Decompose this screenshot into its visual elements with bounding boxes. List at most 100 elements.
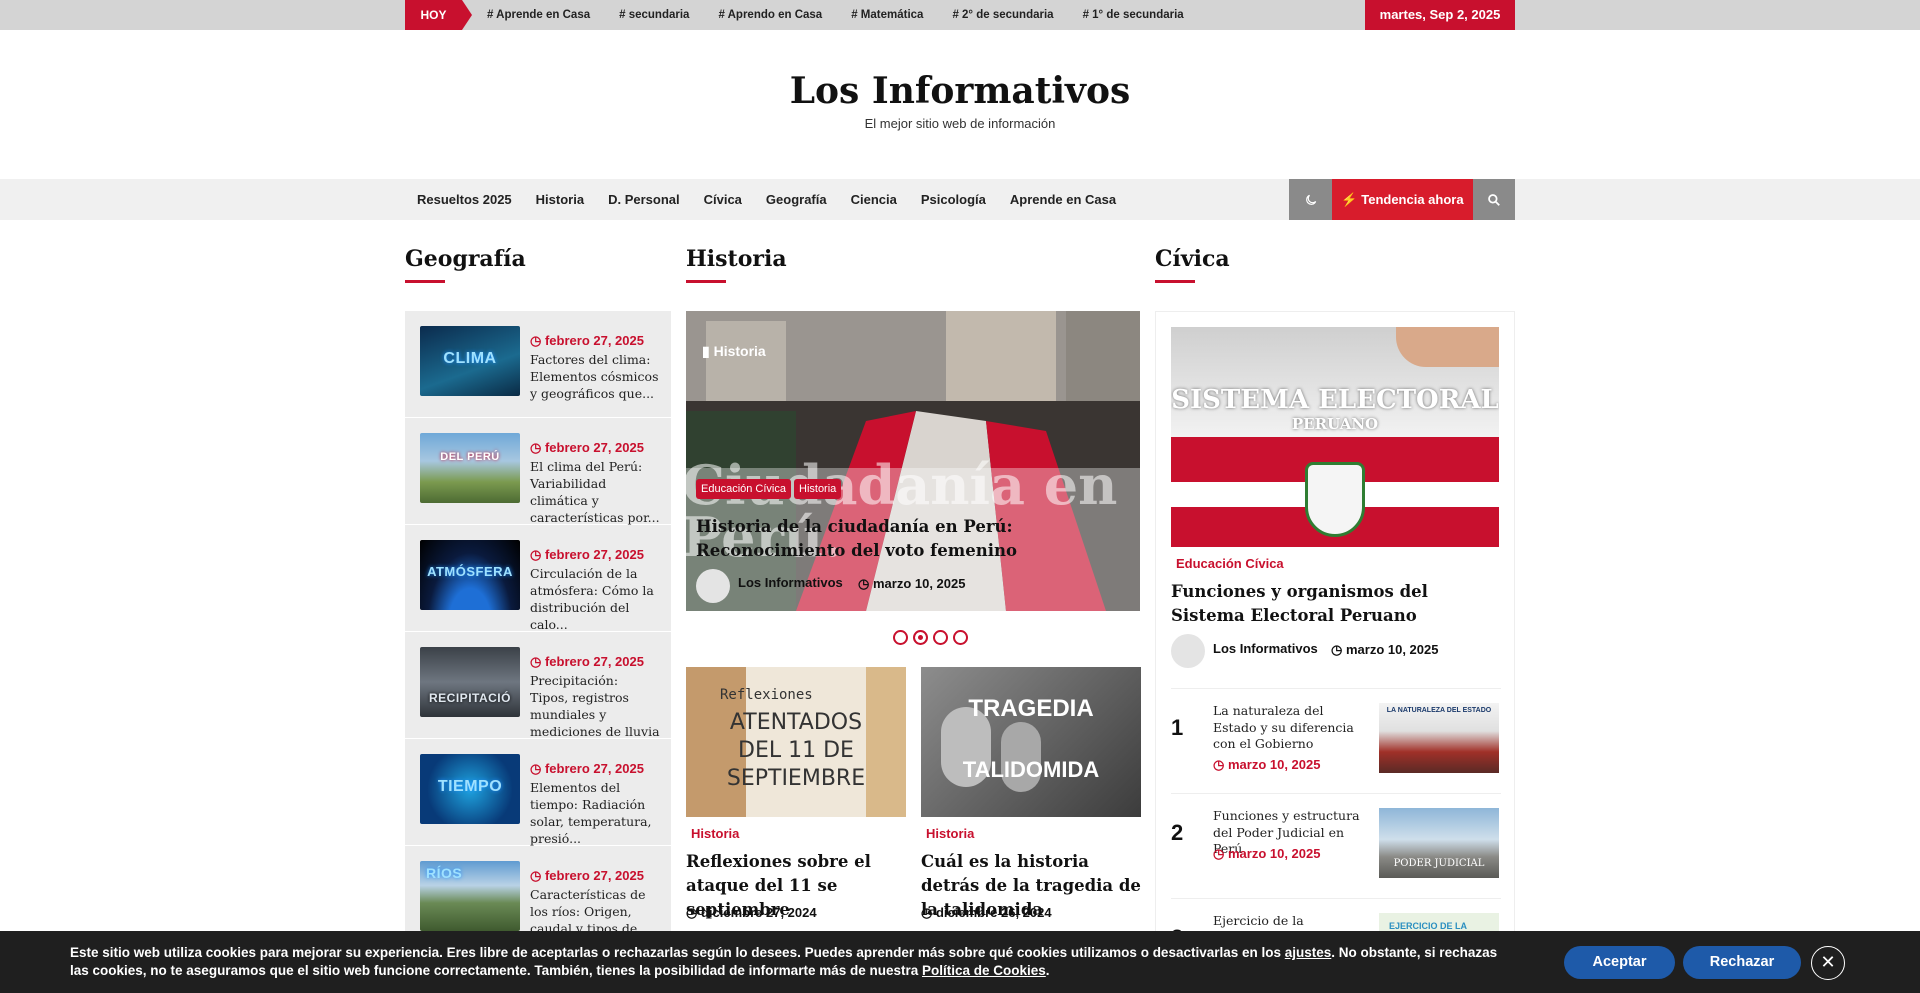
cookie-policy-link[interactable]: Política de Cookies	[922, 963, 1046, 978]
article-date: ◷ febrero 27, 2025	[530, 333, 644, 349]
today-label: HOY	[405, 0, 472, 30]
article-thumbnail[interactable]: LA NATURALEZA DEL ESTADO	[1379, 703, 1499, 773]
list-item[interactable]: DEL PERÚ ◷ febrero 27, 2025 El clima del…	[405, 418, 671, 525]
cookie-settings-link[interactable]: ajustes	[1285, 945, 1332, 960]
article-category[interactable]: Educación Cívica	[1176, 556, 1284, 571]
image-text: PERUANO	[1291, 415, 1379, 433]
article-title[interactable]: Circulación de la atmósfera: Cómo la dis…	[530, 565, 660, 633]
nav-item-d-personal[interactable]: D. Personal	[608, 179, 680, 220]
list-item[interactable]: ATMÓSFERA ◷ febrero 27, 2025 Circulación…	[405, 525, 671, 632]
image-text: TRAGEDIA	[968, 695, 1094, 722]
nav-item-civica[interactable]: Cívica	[704, 179, 742, 220]
slider-dot-1[interactable]	[893, 630, 908, 645]
moon-icon	[1305, 194, 1316, 205]
coat-of-arms-icon	[1305, 462, 1365, 537]
clock-icon: ◷	[530, 440, 545, 455]
geografia-list: CLIMA ◷ febrero 27, 2025 Factores del cl…	[405, 311, 671, 993]
image-text: SISTEMA ELECTORAL	[1171, 385, 1499, 415]
article-category[interactable]: Historia	[926, 826, 974, 841]
article-title[interactable]: Funciones y organismos del Sistema Elect…	[1171, 580, 1491, 628]
rank-number: 1	[1171, 715, 1184, 740]
article-title[interactable]: Elementos del tiempo: Radiación solar, t…	[530, 779, 660, 847]
slider-date: ◷ marzo 10, 2025	[858, 576, 965, 592]
slider-category[interactable]: ▮ Historia	[702, 343, 766, 360]
slider-title[interactable]: Historia de la ciudadanía en Perú: Recon…	[696, 515, 1136, 563]
date-text: febrero 27, 2025	[544, 333, 644, 348]
historia-slider[interactable]: Ciudadanía en Perú. ▮ Historia Educación…	[686, 311, 1140, 611]
tag-link[interactable]: # secundaria	[619, 0, 689, 30]
article-image[interactable]: TRAGEDIA TALIDOMIDA	[921, 667, 1141, 817]
article-author[interactable]: Los Informativos	[1213, 641, 1318, 656]
avatar[interactable]	[1171, 634, 1205, 668]
tag-link[interactable]: # Matemática	[851, 0, 923, 30]
thumbnail-text: TIEMPO	[437, 778, 503, 795]
image-text: ATENTADOS DEL 11 DE SEPTIEMBRE	[726, 710, 866, 791]
article-thumbnail[interactable]: RECIPITACIÓ	[420, 647, 520, 717]
date-text: marzo 10, 2025	[872, 576, 966, 591]
section-heading-geografia[interactable]: Geografía	[405, 246, 526, 283]
slider-dot-2[interactable]	[913, 630, 928, 645]
search-button[interactable]	[1473, 179, 1515, 220]
clock-icon: ◷	[921, 905, 936, 920]
article-date: ◷ febrero 27, 2025	[530, 440, 644, 456]
nav-item-ciencia[interactable]: Ciencia	[851, 179, 897, 220]
slider-author[interactable]: Los Informativos	[738, 575, 843, 590]
nav-item-historia[interactable]: Historia	[536, 179, 584, 220]
clock-icon: ◷	[686, 905, 701, 920]
list-item[interactable]: RECIPITACIÓ ◷ febrero 27, 2025 Precipita…	[405, 632, 671, 739]
cookie-accept-button[interactable]: Aceptar	[1564, 946, 1675, 979]
slider-dot-4[interactable]	[953, 630, 968, 645]
tag-link[interactable]: # Aprendo en Casa	[718, 0, 822, 30]
nav-item-aprende-en-casa[interactable]: Aprende en Casa	[1010, 179, 1116, 220]
clock-icon: ◷	[1331, 642, 1346, 657]
article-title[interactable]: Factores del clima: Elementos cósmicos y…	[530, 351, 660, 402]
cookie-reject-button[interactable]: Rechazar	[1683, 946, 1801, 979]
article-date: ◷ febrero 27, 2025	[530, 654, 644, 670]
tag-link[interactable]: # Aprende en Casa	[487, 0, 590, 30]
trending-button[interactable]: ⚡ Tendencia ahora	[1332, 179, 1473, 220]
list-item[interactable]: TIEMPO ◷ febrero 27, 2025 Elementos del …	[405, 739, 671, 846]
slider-dot-3[interactable]	[933, 630, 948, 645]
dark-mode-button[interactable]	[1289, 179, 1332, 220]
list-item[interactable]: CLIMA ◷ febrero 27, 2025 Factores del cl…	[405, 311, 671, 418]
slider-chips: Educación Cívica Historia	[696, 479, 844, 499]
article-date: ◷ marzo 10, 2025	[1331, 642, 1438, 658]
article-category[interactable]: Historia	[691, 826, 739, 841]
thumbnail-text: DEL PERÚ	[440, 451, 500, 463]
article-title[interactable]: Precipitación: Tipos, registros mundiale…	[530, 672, 660, 740]
ranked-item[interactable]: 2 Funciones y estructura del Poder Judic…	[1171, 793, 1501, 883]
article-thumbnail[interactable]: ATMÓSFERA	[420, 540, 520, 610]
tag-link[interactable]: # 2° de secundaria	[952, 0, 1053, 30]
article-thumbnail[interactable]: DEL PERÚ	[420, 433, 520, 503]
category-chip[interactable]: Educación Cívica	[696, 479, 791, 499]
section-heading-historia[interactable]: Historia	[686, 246, 787, 283]
nav-item-psicologia[interactable]: Psicología	[921, 179, 986, 220]
tag-link[interactable]: # 1° de secundaria	[1083, 0, 1184, 30]
site-title[interactable]: Los Informativos	[0, 70, 1920, 112]
article-thumbnail[interactable]: PODER JUDICIAL	[1379, 808, 1499, 878]
article-title[interactable]: El clima del Perú: Variabilidad climátic…	[530, 458, 660, 526]
article-image[interactable]: SISTEMA ELECTORAL PERUANO	[1171, 327, 1499, 547]
image-text: EJERCICIO DE LA	[1389, 921, 1468, 931]
clock-icon: ◷	[1213, 846, 1228, 861]
date-text: marzo 10, 2025	[1345, 642, 1439, 657]
avatar[interactable]	[696, 569, 730, 603]
clock-icon: ◷	[530, 868, 545, 883]
cookie-text-part: Este sitio web utiliza cookies para mejo…	[70, 945, 1285, 960]
article-date: ◷ febrero 27, 2025	[530, 868, 644, 884]
article-image[interactable]: Reflexiones ATENTADOS DEL 11 DE SEPTIEMB…	[686, 667, 906, 817]
cookie-close-button[interactable]: ✕	[1811, 946, 1845, 980]
article-title[interactable]: La naturaleza del Estado y su diferencia…	[1213, 703, 1363, 753]
date-text: febrero 27, 2025	[544, 547, 644, 562]
article-thumbnail[interactable]: CLIMA	[420, 326, 520, 396]
category-chip[interactable]: Historia	[794, 479, 842, 499]
article-date: ◷ diciembre 26, 2024	[921, 905, 1052, 921]
nav-item-geografia[interactable]: Geografía	[766, 179, 827, 220]
article-thumbnail[interactable]: TIEMPO	[420, 754, 520, 824]
section-heading-civica[interactable]: Cívica	[1155, 246, 1230, 283]
ranked-item[interactable]: 1 La naturaleza del Estado y su diferenc…	[1171, 688, 1501, 778]
nav-item-resueltos[interactable]: Resueltos 2025	[417, 179, 512, 220]
article-title[interactable]: Características de los ríos: Origen, cau…	[530, 886, 660, 937]
image-text: PODER JUDICIAL	[1393, 858, 1485, 869]
article-thumbnail[interactable]: RÍOS	[420, 861, 520, 931]
